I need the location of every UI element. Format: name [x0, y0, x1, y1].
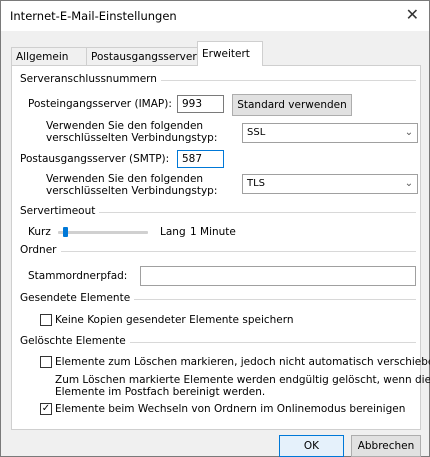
section-title-deleted-items: Gelöschte Elemente	[20, 335, 130, 347]
close-icon[interactable]: ✕	[406, 6, 419, 24]
chevron-down-icon[interactable]: ⌄	[401, 124, 417, 142]
incoming-encryption-label-line2: verschlüsselten Verbindungstyp:	[46, 132, 218, 144]
section-title-timeout: Servertimeout	[20, 205, 100, 217]
tab-erweitert[interactable]: Erweitert	[197, 41, 263, 66]
incoming-encryption-select[interactable]: SSL ⌄	[242, 123, 418, 143]
purge-on-switch-checkbox[interactable]: ✓	[40, 403, 52, 415]
window-title: Internet-E-Mail-Einstellungen	[10, 9, 177, 23]
root-folder-label: Stammordnerpfad:	[28, 270, 128, 282]
ok-button[interactable]: OK	[279, 435, 344, 457]
chevron-down-icon[interactable]: ⌄	[401, 175, 417, 193]
timeout-slider-track[interactable]	[58, 231, 148, 234]
incoming-port-field[interactable]: 993	[177, 95, 224, 113]
section-title-server-ports: Serveranschlussnummern	[20, 73, 161, 85]
title-bar: Internet-E-Mail-Einstellungen ✕	[1, 1, 429, 31]
outgoing-encryption-select[interactable]: TLS ⌄	[242, 174, 418, 194]
timeout-short-label: Kurz	[28, 226, 51, 238]
outgoing-encryption-label-line2: verschlüsselten Verbindungstyp:	[46, 185, 218, 197]
incoming-server-label: Posteingangsserver (IMAP):	[28, 98, 172, 110]
mark-for-deletion-label[interactable]: Elemente zum Löschen markieren, jedoch n…	[55, 356, 430, 368]
purge-on-switch-label[interactable]: Elemente beim Wechseln von Ordnern im On…	[55, 403, 405, 415]
dialog-window: Internet-E-Mail-Einstellungen ✕ Allgemei…	[0, 0, 430, 457]
tab-allgemein[interactable]: Allgemein	[11, 47, 87, 65]
timeout-long-label: Lang	[160, 226, 186, 238]
timeout-value: 1 Minute	[190, 226, 236, 238]
no-copies-label[interactable]: Keine Kopien gesendeter Elemente speiche…	[55, 314, 294, 326]
incoming-encryption-label-line1: Verwenden Sie den folgenden	[46, 120, 204, 132]
default-ports-button[interactable]: Standard verwenden	[232, 94, 352, 116]
no-copies-checkbox[interactable]	[40, 314, 52, 326]
deletion-note-line1: Zum Löschen markierte Elemente werden en…	[55, 374, 430, 386]
deletion-note-line2: Elemente im Postfach bereinigt werden.	[55, 386, 266, 398]
incoming-encryption-value: SSL	[247, 127, 266, 138]
tab-panel-erweitert: Serveranschlussnummern Posteingangsserve…	[11, 65, 430, 430]
section-rule	[20, 251, 416, 252]
section-title-folders: Ordner	[20, 244, 61, 256]
outgoing-server-label: Postausgangsserver (SMTP):	[20, 153, 170, 165]
tab-postausgangsserver[interactable]: Postausgangsserver	[86, 47, 198, 65]
cancel-button[interactable]: Abbrechen	[351, 435, 421, 457]
timeout-slider-thumb[interactable]	[62, 227, 68, 237]
root-folder-input[interactable]	[140, 266, 416, 286]
section-title-sent-items: Gesendete Elemente	[20, 292, 135, 304]
outgoing-port-field[interactable]: 587	[177, 150, 224, 168]
outgoing-encryption-value: TLS	[247, 178, 266, 189]
outgoing-encryption-label-line1: Verwenden Sie den folgenden	[46, 173, 204, 185]
mark-for-deletion-checkbox[interactable]	[40, 356, 52, 368]
